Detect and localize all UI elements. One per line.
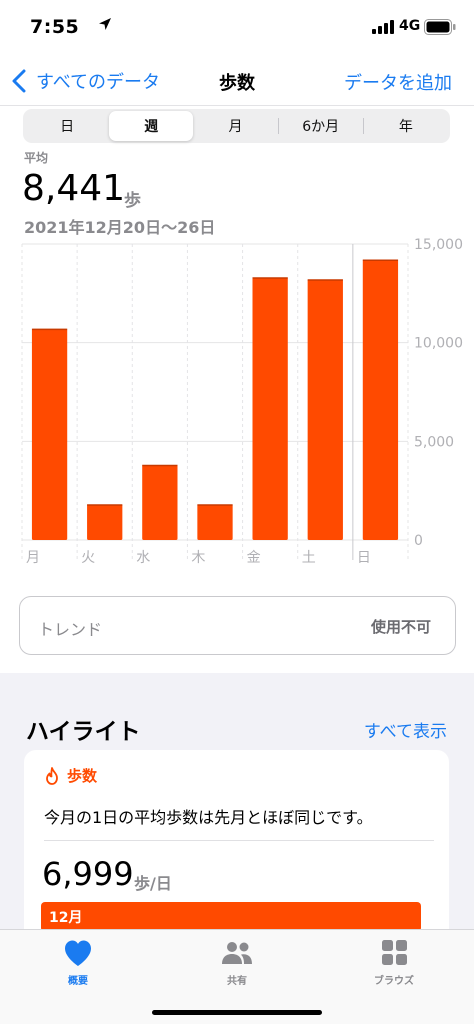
flame-icon (46, 766, 58, 785)
chart-bar (307, 279, 343, 540)
signal-bars-icon (372, 20, 394, 34)
chart-bar (362, 259, 399, 540)
home-indicator (152, 1010, 322, 1015)
show-all-link[interactable]: すべて表示 (364, 717, 447, 742)
chart-bar (252, 277, 288, 540)
location-arrow-icon (99, 18, 111, 30)
people-icon (222, 942, 252, 964)
chart-bar (31, 328, 68, 540)
chevron-left-icon (12, 69, 26, 93)
chart-bar (142, 465, 178, 540)
tab-summary[interactable]: 概要 (28, 938, 128, 998)
y-tick-label: 0 (414, 533, 423, 549)
steps-bar-chart[interactable]: 0 5,000 10,000 15,000 月 火 水 木 金 土 日 (0, 236, 474, 570)
date-range: 2021年12月20日〜26日 (24, 218, 216, 237)
highlight-card[interactable]: 歩数 今月の1日の平均歩数は先月とほぼ同じです。 6,999 歩/日 12月 (24, 750, 449, 950)
add-data-button[interactable]: データを追加 (344, 69, 452, 95)
highlight-bar: 12月 (41, 902, 421, 932)
segment-day[interactable]: 日 (25, 111, 109, 141)
x-tick-label: 土 (302, 550, 316, 566)
trend-status: 使用不可 (370, 618, 431, 636)
x-tick-label: 金 (247, 550, 261, 566)
tab-summary-label: 概要 (68, 976, 88, 987)
network-type: 4G (399, 18, 421, 34)
average-value: 8,441 (22, 168, 126, 209)
highlights-title: ハイライト (26, 719, 141, 745)
highlight-value: 6,999 (42, 855, 134, 893)
status-time: 7:55 (30, 16, 80, 38)
tab-browse[interactable]: ブラウズ (344, 938, 444, 998)
chart-bar (87, 504, 123, 540)
highlight-unit: 歩/日 (134, 874, 172, 893)
x-tick-label: 日 (357, 550, 371, 566)
navigation-bar: すべてのデータ 歩数 データを追加 (0, 56, 474, 106)
tab-browse-label: ブラウズ (374, 976, 414, 987)
back-button[interactable]: すべてのデータ (12, 66, 160, 96)
trend-card[interactable]: トレンド 使用不可 (19, 596, 456, 655)
highlight-bar-label: 12月 (49, 910, 83, 926)
y-tick-label: 15,000 (414, 237, 463, 253)
average-unit: 歩 (124, 191, 141, 211)
y-tick-label: 10,000 (414, 336, 463, 352)
y-tick-label: 5,000 (414, 434, 454, 450)
status-bar: 7:55 4G (0, 0, 474, 56)
segment-month[interactable]: 月 (193, 111, 277, 141)
period-segmented-control: 日 週 月 6か月 年 (23, 109, 450, 143)
segment-year[interactable]: 年 (364, 111, 448, 141)
average-label: 平均 (24, 151, 49, 165)
chart-canvas: 0 5,000 10,000 15,000 月 火 水 木 金 土 日 (21, 237, 463, 566)
grid-icon (382, 940, 407, 965)
chart-bar (197, 504, 233, 540)
tab-shared-label: 共有 (227, 976, 247, 987)
highlight-description: 今月の1日の平均歩数は先月とほぼ同じです。 (44, 808, 373, 827)
divider (44, 840, 434, 841)
highlight-category: 歩数 (44, 765, 97, 786)
trend-label: トレンド (38, 620, 103, 639)
x-tick-label: 木 (191, 550, 205, 566)
x-tick-label: 水 (136, 550, 150, 566)
x-tick-label: 月 (26, 550, 40, 566)
tab-shared[interactable]: 共有 (187, 938, 287, 998)
back-button-label: すべてのデータ (36, 72, 161, 93)
battery-icon (424, 19, 456, 35)
x-tick-label: 火 (81, 550, 95, 566)
heart-icon (65, 940, 91, 966)
highlight-category-label: 歩数 (67, 767, 98, 785)
segment-six-months[interactable]: 6か月 (279, 111, 363, 141)
segment-week[interactable]: 週 (109, 111, 194, 141)
